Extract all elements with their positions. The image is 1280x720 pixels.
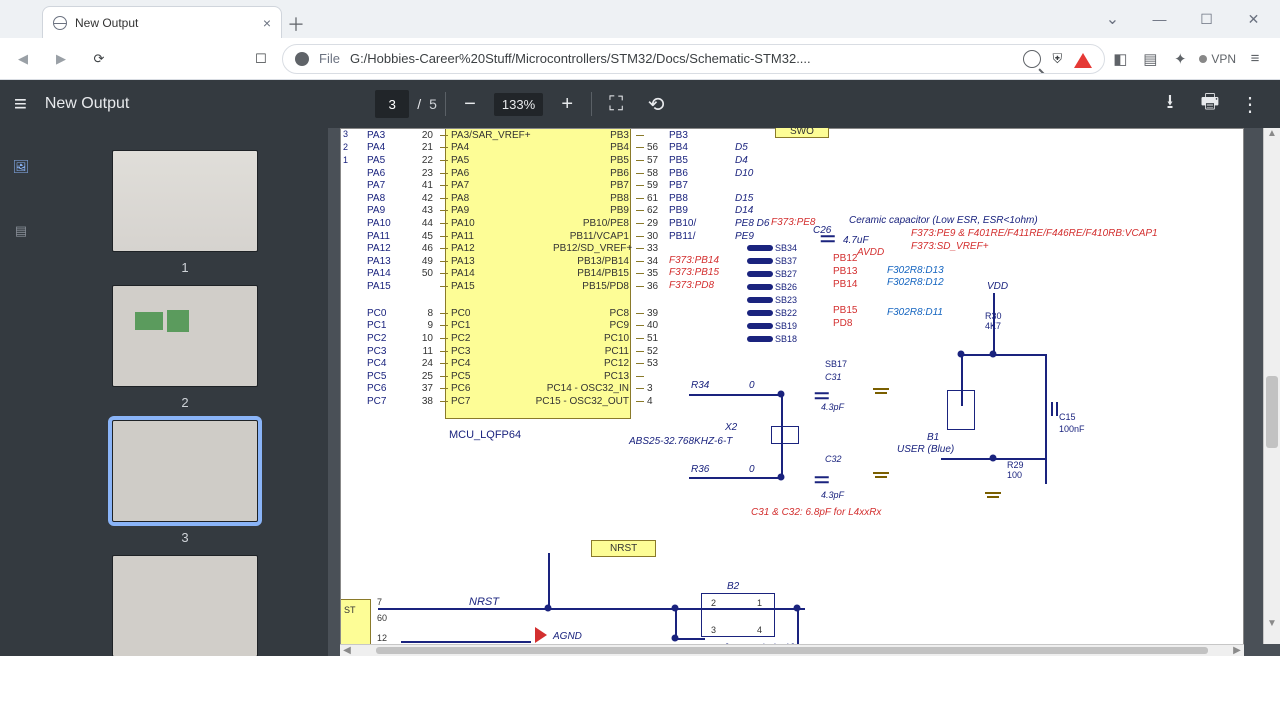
- app-menu-icon[interactable]: ≡: [1244, 48, 1266, 70]
- thumbnail-panel[interactable]: 1 2 3: [42, 128, 328, 656]
- scroll-down-icon[interactable]: ▼: [1264, 618, 1280, 632]
- tab-strip: New Output × ＋ ⌄ — ☐ ✕: [0, 0, 1280, 38]
- rotate-icon[interactable]: ⟲: [640, 88, 672, 120]
- zoom-out-button[interactable]: −: [454, 88, 486, 120]
- scroll-right-icon[interactable]: ▶: [1230, 645, 1244, 656]
- warning-triangle-icon[interactable]: [1074, 53, 1092, 68]
- maximize-button[interactable]: ☐: [1184, 4, 1229, 34]
- doc-title: New Output: [45, 95, 129, 113]
- thumbnails-tab-icon[interactable]: 🖼: [6, 152, 36, 182]
- vpn-button[interactable]: VPN: [1199, 52, 1236, 66]
- page-separator: /: [417, 96, 421, 112]
- sidebar-icon[interactable]: ◧: [1109, 48, 1131, 70]
- thumbnail-2[interactable]: [112, 285, 258, 387]
- url-bar: ◀ ▶ ⟳ ☐ File G:/Hobbies-Career%20Stuff/M…: [0, 38, 1280, 80]
- close-tab-icon[interactable]: ×: [263, 16, 271, 30]
- nrst-label: NRST: [591, 540, 656, 557]
- minimize-button[interactable]: —: [1137, 4, 1182, 34]
- bookmark-icon[interactable]: ☐: [244, 42, 278, 76]
- outline-tab-icon[interactable]: ▤: [6, 216, 36, 246]
- back-button[interactable]: ◀: [6, 42, 40, 76]
- vertical-scrollbar[interactable]: ▲ ▼: [1263, 128, 1280, 644]
- page-area[interactable]: 3 2 1 SWO MCU_LQFP64 PA320PA3/SAR_VREF+P…: [328, 128, 1280, 656]
- browser-tab[interactable]: New Output ×: [42, 6, 282, 38]
- new-tab-button[interactable]: ＋: [282, 10, 310, 38]
- fit-page-icon[interactable]: ⛶: [600, 88, 632, 120]
- pdf-viewer: ≡ New Output / 5 − 133% + ⛶ ⟲ ⭳ 🖶 ⋮ 🖼 ▤ …: [0, 80, 1280, 656]
- horizontal-scrollbar[interactable]: ◀ ▶: [340, 644, 1244, 656]
- mcu-label: MCU_LQFP64: [449, 429, 521, 441]
- scroll-left-icon[interactable]: ◀: [340, 645, 354, 656]
- sidebar-toggle-icon[interactable]: ≡: [14, 91, 27, 117]
- pdf-page: 3 2 1 SWO MCU_LQFP64 PA320PA3/SAR_VREF+P…: [340, 128, 1244, 648]
- thumbnail-1[interactable]: [112, 150, 258, 252]
- download-icon[interactable]: ⭳: [1154, 88, 1186, 120]
- page-total: 5: [429, 96, 437, 112]
- site-info-icon[interactable]: [295, 52, 309, 66]
- hscroll-thumb[interactable]: [376, 647, 1208, 654]
- scroll-thumb[interactable]: [1266, 376, 1278, 448]
- more-icon[interactable]: ⋮: [1234, 88, 1266, 120]
- file-scheme-label: File: [319, 51, 340, 66]
- leo-ai-icon[interactable]: ✦: [1169, 48, 1191, 70]
- print-icon[interactable]: 🖶: [1194, 88, 1226, 120]
- thumbnail-4[interactable]: [112, 555, 258, 656]
- globe-icon: [53, 16, 67, 30]
- forward-button[interactable]: ▶: [44, 42, 78, 76]
- wallet-icon[interactable]: ▤: [1139, 48, 1161, 70]
- pdf-toolbar: ≡ New Output / 5 − 133% + ⛶ ⟲ ⭳ 🖶 ⋮: [0, 80, 1280, 128]
- url-text: G:/Hobbies-Career%20Stuff/Microcontrolle…: [350, 51, 811, 66]
- tabs-dropdown-icon[interactable]: ⌄: [1090, 4, 1135, 34]
- shield-icon[interactable]: ⛨: [1053, 51, 1063, 67]
- zoom-in-button[interactable]: +: [551, 88, 583, 120]
- zoom-icon[interactable]: [1023, 50, 1041, 68]
- tab-title: New Output: [75, 16, 138, 30]
- reload-button[interactable]: ⟳: [82, 42, 116, 76]
- side-rail: 🖼 ▤: [0, 128, 42, 656]
- close-window-button[interactable]: ✕: [1231, 4, 1276, 34]
- url-field[interactable]: File G:/Hobbies-Career%20Stuff/Microcont…: [282, 44, 1105, 74]
- page-number-input[interactable]: [375, 90, 409, 118]
- swo-label: SWO: [775, 128, 829, 138]
- zoom-value[interactable]: 133%: [494, 93, 543, 116]
- thumbnail-3[interactable]: [112, 420, 258, 522]
- scroll-up-icon[interactable]: ▲: [1264, 128, 1280, 142]
